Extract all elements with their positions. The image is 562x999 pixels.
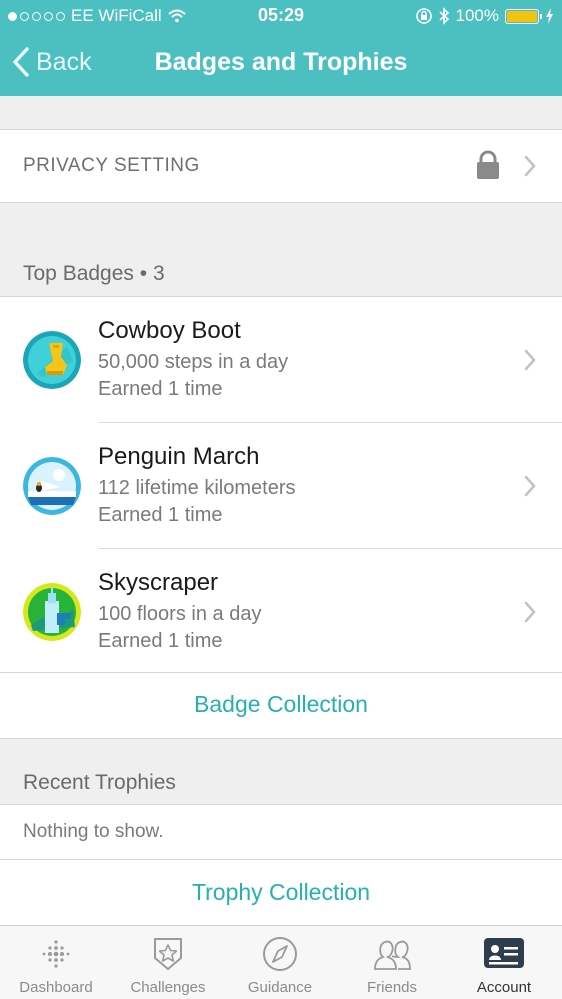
friends-icon xyxy=(374,940,411,970)
tab-label: Dashboard xyxy=(19,979,93,996)
privacy-setting-label: PRIVACY SETTING xyxy=(23,155,200,176)
badge-description: 50,000 steps in a day xyxy=(98,351,289,373)
badge-row-cowboy-boot[interactable]: Cowboy Boot 50,000 steps in a day Earned… xyxy=(0,297,562,423)
tab-challenges[interactable]: Challenges xyxy=(112,926,224,999)
trophy-collection-link[interactable]: Trophy Collection xyxy=(0,879,562,906)
tab-bar: Dashboard Challenges Guidance Friends Ac… xyxy=(0,925,562,999)
compass-icon xyxy=(263,937,297,971)
recent-trophies-header: Recent Trophies xyxy=(23,771,176,794)
trophy-collection-row[interactable]: Trophy Collection xyxy=(0,860,562,925)
empty-state-text: Nothing to show. xyxy=(23,821,164,842)
badge-earned-count: Earned 1 time xyxy=(98,504,223,526)
tab-label: Challenges xyxy=(130,979,206,996)
badge-name: Cowboy Boot xyxy=(98,317,241,344)
badge-row-penguin-march[interactable]: Penguin March 112 lifetime kilometers Ea… xyxy=(0,423,562,549)
battery-percent: 100% xyxy=(455,6,499,25)
page-title: Badges and Trophies xyxy=(154,48,408,76)
charging-bolt-icon xyxy=(546,8,553,24)
badge-row-skyscraper[interactable]: Skyscraper 100 floors in a day Earned 1 … xyxy=(0,549,562,675)
tab-label: Account xyxy=(476,979,532,996)
badge-collection-row[interactable]: Badge Collection xyxy=(0,673,562,738)
tab-friends[interactable]: Friends xyxy=(336,926,448,999)
chevron-right-icon xyxy=(524,475,536,497)
penguin-march-badge-icon xyxy=(23,457,81,515)
challenges-icon xyxy=(154,938,182,971)
empty-trophies-row: Nothing to show. xyxy=(0,805,562,859)
divider xyxy=(0,738,562,739)
battery-icon xyxy=(505,8,542,24)
chevron-right-icon xyxy=(524,155,536,177)
badge-collection-link[interactable]: Badge Collection xyxy=(0,691,562,718)
badge-description: 100 floors in a day xyxy=(98,603,262,625)
header-bar: EE WiFiCall 05:29 100% Back Badges and T… xyxy=(0,0,562,96)
chevron-right-icon xyxy=(524,349,536,371)
tab-label: Guidance xyxy=(247,979,313,996)
badge-earned-count: Earned 1 time xyxy=(98,378,223,400)
cowboy-boot-badge-icon xyxy=(23,331,81,389)
tab-account[interactable]: Account xyxy=(448,926,560,999)
badge-description: 112 lifetime kilometers xyxy=(98,477,296,499)
chevron-right-icon xyxy=(524,601,536,623)
badge-name: Skyscraper xyxy=(98,569,219,596)
top-badges-header: Top Badges • 3 xyxy=(23,262,165,285)
skyscraper-badge-icon xyxy=(23,583,81,641)
tab-dashboard[interactable]: Dashboard xyxy=(0,926,112,999)
lock-icon xyxy=(477,150,499,179)
orientation-lock-icon xyxy=(415,8,432,24)
account-card-icon xyxy=(484,938,524,968)
divider xyxy=(0,202,562,203)
tab-guidance[interactable]: Guidance xyxy=(224,926,336,999)
status-right-group: 100% xyxy=(415,6,554,26)
bluetooth-icon xyxy=(438,7,449,25)
tab-label: Friends xyxy=(366,979,418,996)
status-bar: EE WiFiCall 05:29 100% xyxy=(0,0,562,32)
badge-name: Penguin March xyxy=(98,443,260,470)
dashboard-icon xyxy=(42,940,70,968)
privacy-setting-row[interactable]: PRIVACY SETTING xyxy=(0,130,562,202)
badge-earned-count: Earned 1 time xyxy=(98,630,223,652)
navigation-bar: Back Badges and Trophies xyxy=(0,40,562,88)
